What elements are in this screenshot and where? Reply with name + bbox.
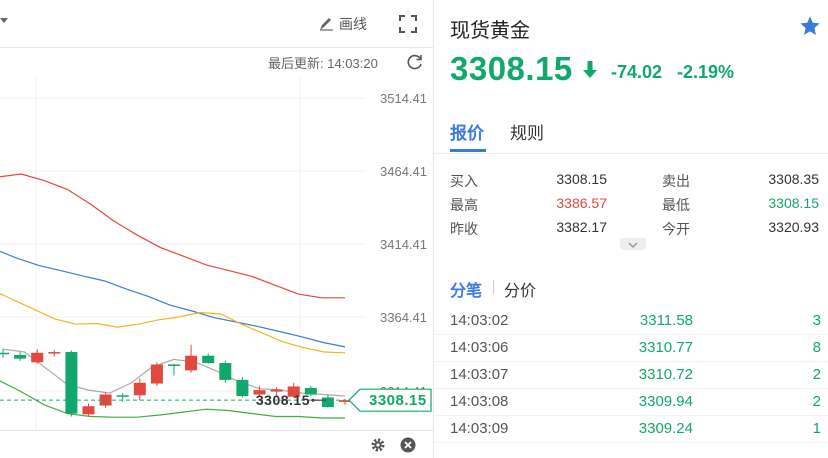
candle-body — [0, 352, 9, 355]
draw-line-button[interactable]: 画线 — [318, 14, 367, 34]
bid-label: 买入 — [450, 173, 478, 189]
quote-row: 买入 3308.15 卖出 3308.35 — [434, 168, 828, 192]
tick-price: 3310.72 — [638, 366, 693, 383]
last-price-marker: 3308.15 3308.15 — [0, 388, 432, 412]
gear-icon[interactable] — [370, 437, 386, 453]
last-update-time: 最后更新: 14:03:20 — [268, 56, 378, 71]
price-axis-label: 3464.41 — [380, 164, 427, 179]
tick-time: 14:03:06 — [450, 339, 509, 356]
close-icon[interactable] — [400, 437, 416, 453]
price-axis-label: 3414.41 — [380, 237, 427, 252]
price-axis-label: 3364.41 — [380, 310, 427, 325]
candle-body — [185, 355, 198, 371]
tick-time: 14:03:02 — [450, 312, 509, 329]
ask-value: 3308.35 — [768, 171, 819, 187]
chart-panel: 画线 最后更新: 14:03:20 3514.41 3464.41 3414.41 3… — [0, 0, 433, 458]
arrow-down-icon — [583, 61, 597, 78]
list-item: 14:03:08 3309.94 2 — [434, 389, 828, 416]
pen-icon — [320, 18, 333, 31]
quote-panel: 现货黄金 3308.15 -74.02 -2.19% 报价 规则 买入 3308… — [433, 0, 828, 458]
instrument-name: 现货黄金 — [450, 20, 530, 42]
candle-body — [202, 355, 215, 364]
tab-rules[interactable]: 规则 — [510, 119, 544, 144]
chart-grid — [0, 75, 365, 430]
chevron-down-icon — [628, 242, 638, 249]
tick-volume: 2 — [812, 393, 821, 410]
low-label: 最低 — [662, 197, 690, 213]
prev-close-label: 昨收 — [450, 221, 478, 237]
low-value: 3308.15 — [768, 195, 819, 211]
bid-value: 3308.15 — [556, 171, 607, 187]
list-item: 14:03:02 3311.58 3 — [434, 308, 828, 335]
tab-divider — [493, 280, 494, 294]
fullscreen-icon[interactable] — [399, 15, 417, 33]
ma-line-red — [0, 173, 345, 299]
tab-tick-trades[interactable]: 分笔 — [450, 277, 482, 301]
ma-line-yellow — [0, 293, 346, 354]
tick-volume: 8 — [812, 339, 821, 356]
quote-row: 最高 3386.57 最低 3308.15 — [434, 192, 828, 216]
candle-body — [31, 352, 44, 363]
candlestick-chart[interactable]: 3514.413464.413414.413364.413314.41 3308… — [0, 75, 433, 430]
price-change-percent: -2.19% — [677, 62, 735, 82]
open-label: 今开 — [662, 221, 690, 237]
prev-close-value: 3382.17 — [556, 219, 607, 235]
tick-volume: 3 — [812, 312, 821, 329]
candle-body — [48, 352, 61, 354]
tick-volume: 1 — [812, 420, 821, 437]
last-price-tag: 3308.15 — [369, 392, 427, 409]
quote-row: 昨收 3382.17 今开 3320.93 — [434, 216, 828, 240]
candle-body — [321, 397, 334, 407]
price-axis: 3514.413464.413414.413364.413314.41 — [380, 91, 427, 399]
detail-tabs: 报价 规则 — [434, 112, 828, 154]
last-price: 3308.15 — [450, 50, 573, 87]
star-icon[interactable] — [799, 15, 821, 37]
candle-body — [14, 354, 27, 359]
active-tab-indicator — [450, 149, 486, 152]
candle-body — [133, 382, 146, 396]
tick-price: 3310.77 — [638, 339, 693, 356]
candle-body — [82, 406, 95, 415]
list-item: 14:03:07 3310.72 2 — [434, 362, 828, 389]
crosshair-price-label: 3308.15 — [256, 392, 310, 408]
candle-body — [168, 364, 180, 366]
candle-body — [116, 395, 129, 397]
quote-grid: 买入 3308.15 卖出 3308.35 最高 3386.57 最低 3308… — [434, 168, 828, 240]
tick-time: 14:03:07 — [450, 366, 509, 383]
tick-price: 3311.58 — [639, 312, 693, 329]
tick-time: 14:03:09 — [450, 420, 509, 437]
high-label: 最高 — [450, 197, 478, 213]
price-change: -74.02 — [611, 62, 663, 82]
price-axis-label: 3514.41 — [380, 91, 427, 106]
tick-time: 14:03:08 — [450, 393, 509, 410]
candle-body — [219, 363, 232, 380]
ask-label: 卖出 — [662, 173, 690, 189]
refresh-icon[interactable] — [406, 53, 424, 71]
tick-volume: 2 — [812, 366, 821, 383]
ma-line-blue — [0, 250, 346, 348]
tick-price: 3309.94 — [638, 393, 693, 410]
candle-body — [65, 352, 78, 414]
dropdown-caret-icon[interactable] — [0, 18, 8, 23]
tab-price-distribution[interactable]: 分价 — [504, 277, 536, 301]
expand-quote-button[interactable] — [620, 238, 646, 250]
crosshair-dot — [311, 398, 315, 402]
trade-tabs: 分笔 分价 — [434, 272, 828, 300]
list-item: 14:03:06 3310.77 8 — [434, 335, 828, 362]
tab-quote[interactable]: 报价 — [450, 119, 484, 144]
tick-list: 14:03:02 3311.58 3 14:03:06 3310.77 8 14… — [434, 308, 828, 443]
high-value: 3386.57 — [556, 195, 607, 211]
tick-price: 3309.24 — [638, 420, 693, 437]
draw-line-label: 画线 — [339, 16, 367, 32]
list-item: 14:03:09 3309.24 1 — [434, 416, 828, 443]
chart-footer — [0, 430, 433, 458]
candle-body — [150, 364, 163, 384]
moving-average-lines — [0, 173, 346, 419]
chart-toolbar: 画线 — [0, 0, 433, 48]
open-value: 3320.93 — [768, 219, 819, 235]
candle-body — [236, 379, 249, 396]
